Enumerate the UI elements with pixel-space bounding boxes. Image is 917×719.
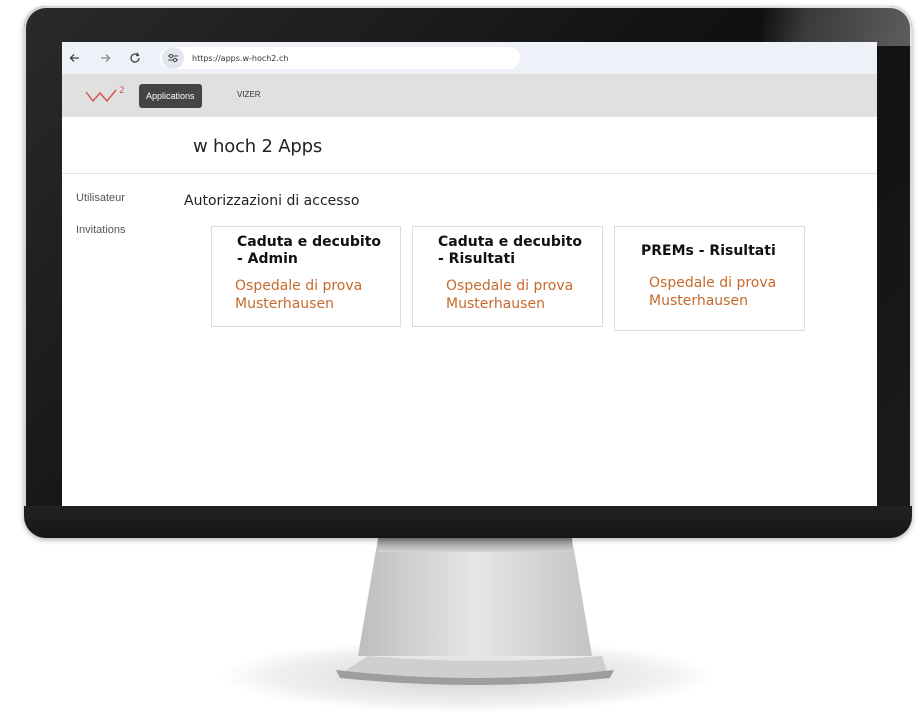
w-hoch2-logo[interactable]: 2 <box>84 84 128 106</box>
browser-toolbar: https://apps.w-hoch2.ch <box>62 42 877 74</box>
card-title-line2: - Admin <box>237 251 298 267</box>
app-navbar: 2 Applications VIZER <box>62 74 877 117</box>
page-title: w hoch 2 Apps <box>193 136 323 157</box>
screen: https://apps.w-hoch2.ch 2 Applications V… <box>62 42 877 506</box>
app-card-caduta-admin[interactable]: Caduta e decubito - Admin Ospedale di pr… <box>211 226 401 327</box>
url-text: https://apps.w-hoch2.ch <box>192 53 289 63</box>
vizer-link[interactable]: VIZER <box>237 90 261 99</box>
address-bar[interactable]: https://apps.w-hoch2.ch <box>160 47 520 69</box>
app-card-prems-risultati[interactable]: PREMs - Risultati Ospedale di prova Must… <box>614 226 805 331</box>
card-sub-line2: Musterhausen <box>235 296 334 312</box>
bezel-gloss <box>762 6 912 46</box>
card-sub-line2: Musterhausen <box>649 293 748 309</box>
card-sub-line1: Ospedale di prova <box>235 278 363 294</box>
card-sub-line2: Musterhausen <box>446 296 545 312</box>
tune-icon[interactable] <box>162 47 184 69</box>
section-title: Autorizzazioni di accesso <box>184 193 360 209</box>
card-title-line1: PREMs - Risultati <box>641 243 776 259</box>
card-title-line2: - Risultati <box>438 251 515 267</box>
monitor-chin <box>24 506 912 538</box>
applications-button[interactable]: Applications <box>139 84 202 108</box>
logo-superscript: 2 <box>119 86 125 96</box>
reload-icon[interactable] <box>126 49 144 67</box>
card-title-line1: Caduta e decubito <box>237 234 382 250</box>
arrow-right-icon[interactable] <box>96 49 114 67</box>
monitor-stand <box>336 538 614 685</box>
arrow-left-icon[interactable] <box>66 49 84 67</box>
page-header: w hoch 2 Apps <box>62 117 877 174</box>
app-card-caduta-risultati[interactable]: Caduta e decubito - Risultati Ospedale d… <box>412 226 603 327</box>
card-title-line1: Caduta e decubito <box>438 234 583 250</box>
side-item-invitations[interactable]: Invitations <box>76 224 126 236</box>
side-menu: Utilisateur Invitations <box>76 192 126 256</box>
card-sub-line1: Ospedale di prova <box>446 278 574 294</box>
side-item-utilisateur[interactable]: Utilisateur <box>76 192 126 204</box>
card-sub-line1: Ospedale di prova <box>649 275 777 291</box>
monitor-mockup: https://apps.w-hoch2.ch 2 Applications V… <box>0 0 917 719</box>
